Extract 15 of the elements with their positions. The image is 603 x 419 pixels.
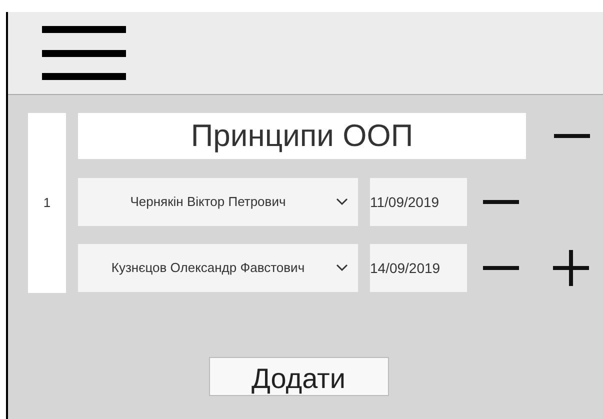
chevron-down-icon (336, 264, 348, 272)
date-field[interactable]: 11/09/2019 (370, 178, 467, 226)
row-number: 1 (28, 113, 66, 293)
add-lecturer-button[interactable] (553, 250, 589, 286)
minus-icon (554, 134, 590, 138)
plus-icon (553, 250, 589, 286)
course-title-field[interactable]: Принципи ООП (78, 113, 526, 159)
minus-icon (483, 266, 519, 270)
menu-icon[interactable] (42, 24, 126, 82)
lecturer-dropdown[interactable]: Кузнєцов Олександр Фавстович (78, 244, 358, 292)
minus-icon (483, 200, 519, 204)
chevron-down-icon (336, 198, 348, 206)
lecturer-dropdown[interactable]: Чернякін Віктор Петрович (78, 178, 358, 226)
add-button[interactable]: Додати (208, 357, 388, 396)
date-field[interactable]: 14/09/2019 (370, 244, 467, 292)
